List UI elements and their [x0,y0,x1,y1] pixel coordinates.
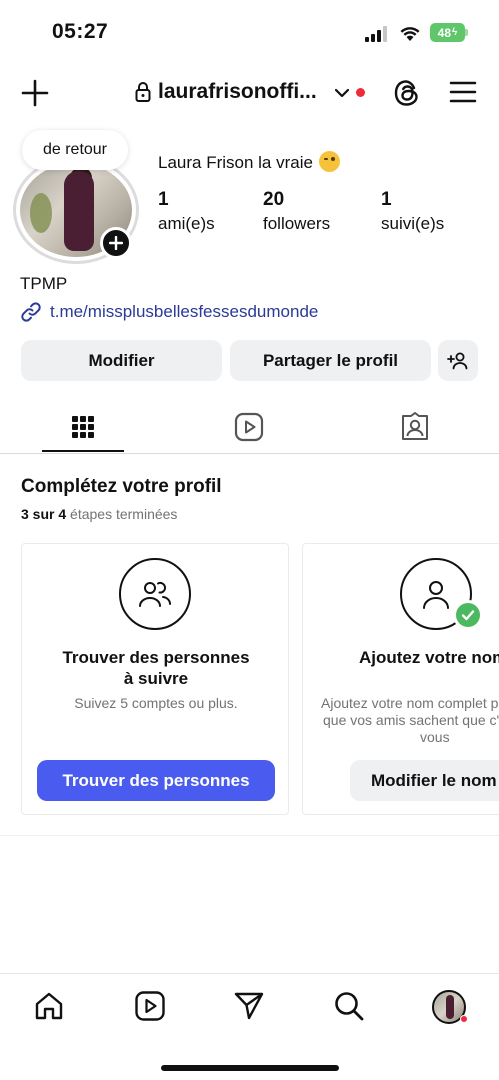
stat-count: 1 [158,189,169,210]
completed-check-icon [453,600,483,630]
profile-avatar[interactable] [13,156,139,264]
progress-count: 3 sur 4 [21,506,67,522]
card-title: Trouver des personnes à suivre [22,647,288,689]
threads-icon[interactable] [392,78,422,108]
plus-icon[interactable] [20,78,50,108]
wifi-icon [400,27,420,41]
share-profile-label: Partager le profil [262,350,399,370]
section-divider [0,835,499,836]
card-desc-line: Ajoutez votre nom complet pour [321,695,499,711]
tab-tagged[interactable] [332,400,498,453]
edit-name-label: Modifier le nom [371,770,497,790]
notification-dot [460,1015,468,1023]
link-text: t.me/missplusbellesfessesdumonde [50,302,319,321]
complete-profile-progress: 3 sur 4 étapes terminées [21,506,177,522]
status-bar: 05:27 48 ϟ [0,0,499,64]
battery-nub [465,29,468,36]
stat-count: 20 [263,189,285,210]
display-name: Laura Frison la vraie [158,151,340,173]
stat-following[interactable]: 1 suivi(e)s [381,189,444,235]
search-icon[interactable] [333,990,365,1022]
discover-people-button[interactable] [438,340,478,381]
tagged-icon [402,411,428,440]
battery-level: 48 [437,25,452,40]
people-icon-circle [119,558,191,630]
share-profile-button[interactable]: Partager le profil [230,340,431,381]
battery-icon: 48 ϟ [430,23,465,42]
bio-text: TPMP [20,274,68,293]
bottom-nav [0,973,499,1080]
find-people-button[interactable]: Trouver des personnes [37,760,275,801]
status-time: 05:27 [52,20,109,43]
link-icon [21,302,41,322]
card-title: Ajoutez votre nom [359,648,499,667]
active-tab-indicator [42,450,124,452]
add-story-button[interactable] [100,227,132,259]
profile-header: laurafrisonoffi... [0,66,499,118]
find-people-card: Trouver des personnes à suivre Suivez 5 … [21,543,289,815]
notification-dot [356,88,365,97]
stat-label: suivi(e)s [381,214,445,233]
edit-name-button[interactable]: Modifier le nom [350,760,499,801]
person-icon [423,581,449,609]
grid-icon [72,415,94,438]
edit-profile-label: Modifier [88,350,155,370]
home-indicator [161,1065,339,1071]
username[interactable]: laurafrisonoffi... [158,80,317,104]
note-text: de retour [42,141,108,158]
display-name-text: Laura Frison la vraie [158,153,313,172]
stat-count: 1 [381,189,392,210]
stat-label: followers [263,214,331,233]
menu-icon[interactable] [449,79,477,105]
add-person-icon [447,352,468,369]
card-description: Ajoutez votre nom complet pour que vos a… [321,695,499,746]
card-title-line: à suivre [123,669,189,688]
reels-icon[interactable] [134,990,166,1022]
card-desc-line: que vos amis sachent que c'est [323,712,499,728]
reels-icon [234,412,264,441]
wink-emoji-icon [318,151,340,172]
progress-text: étapes terminées [70,506,178,522]
complete-profile-title: Complétez votre profil [21,476,222,497]
send-icon[interactable] [233,990,265,1022]
bio-link[interactable]: t.me/missplusbellesfessesdumonde [20,300,318,324]
stat-label: ami(e)s [158,214,215,233]
stat-friends[interactable]: 1 ami(e)s [158,189,215,235]
plus-small-icon [109,236,123,250]
card-title-line: Trouver des personnes [62,648,250,667]
lock-icon [135,82,151,102]
card-description: Suivez 5 comptes ou plus. [74,695,238,711]
tab-grid[interactable] [0,400,166,453]
signal-icon [365,26,387,42]
people-icon [139,581,172,607]
profile-tabs [0,400,499,454]
stat-followers[interactable]: 20 followers [263,189,330,235]
card-desc-line: vous [420,729,450,745]
home-icon[interactable] [33,990,65,1022]
tab-reels[interactable] [166,400,332,453]
chevron-down-icon[interactable] [333,84,351,102]
note-bubble[interactable]: de retour [22,130,128,170]
edit-profile-button[interactable]: Modifier [21,340,222,381]
find-people-label: Trouver des personnes [62,770,250,790]
add-name-card: Ajoutez votre nom Ajoutez votre nom comp… [302,543,499,815]
